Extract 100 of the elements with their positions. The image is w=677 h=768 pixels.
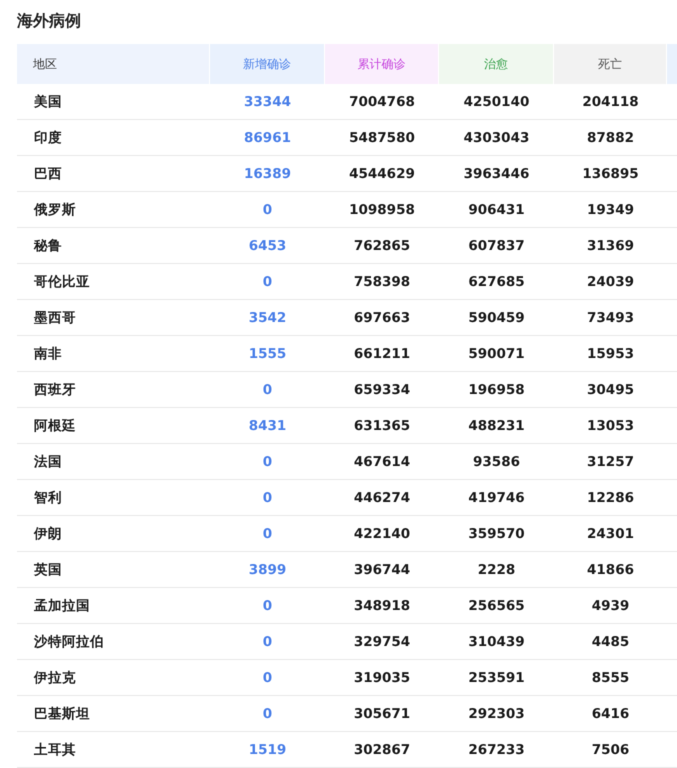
table-cell: 305671 [325,696,439,732]
table-cell: 329754 [325,624,439,660]
table-cell: 446274 [325,480,439,516]
table-cell: 73493 [554,300,667,336]
table-cell: 俄罗斯 [17,192,210,228]
table-cell: 0 [210,264,325,300]
table-cell: 396744 [325,552,439,588]
table-cell: 土耳其 [17,732,210,768]
table-cell: 488231 [439,408,554,444]
table-cell: 2228 [439,552,554,588]
table-cell: 631365 [325,408,439,444]
column-header: 累计确诊 [325,44,438,84]
table-cell: 31369 [554,228,667,264]
table-cell: 627685 [439,264,554,300]
table-cell: 0 [210,516,325,552]
table-cell: 西班牙 [17,372,210,408]
table-cell: 590071 [439,336,554,372]
table-cell: 33344 [210,84,325,120]
table-cell: 348918 [325,588,439,624]
table-cell: 319035 [325,660,439,696]
table-cell: 5487580 [325,120,439,156]
table-cell: 906431 [439,192,554,228]
table-cell: 伊拉克 [17,660,210,696]
table-cell: 310439 [439,624,554,660]
column-header: 治愈 [439,44,553,84]
column-header: 死亡 [554,44,666,84]
table-cell: 英国 [17,552,210,588]
table-cell: 422140 [325,516,439,552]
table-cell: 607837 [439,228,554,264]
table-cell: 1098958 [325,192,439,228]
table-cell: 3899 [210,552,325,588]
table-cell: 4544629 [325,156,439,192]
table-cell: 86961 [210,120,325,156]
column-header: 新增确诊 [210,44,324,84]
section-title: 海外病例 [17,10,82,32]
table-cell: 204118 [554,84,667,120]
column-header: 地区 [17,44,209,84]
table-cell: 256565 [439,588,554,624]
table-cell: 697663 [325,300,439,336]
table-cell: 巴基斯坦 [17,696,210,732]
table-cell: 16389 [210,156,325,192]
table-cell: 419746 [439,480,554,516]
table-cell: 南非 [17,336,210,372]
table-cell: 590459 [439,300,554,336]
table-cell: 31257 [554,444,667,480]
table-cell: 3963446 [439,156,554,192]
table-cell: 267233 [439,732,554,768]
table-cell: 136895 [554,156,667,192]
table-cell: 253591 [439,660,554,696]
table-cell: 巴西 [17,156,210,192]
table-cell: 93586 [439,444,554,480]
table-cell: 13053 [554,408,667,444]
table-cell: 美国 [17,84,210,120]
table-cell: 758398 [325,264,439,300]
table-cell: 6453 [210,228,325,264]
table-cell: 762865 [325,228,439,264]
table-cell: 467614 [325,444,439,480]
table-cell: 沙特阿拉伯 [17,624,210,660]
table-cell: 292303 [439,696,554,732]
table-cell: 4485 [554,624,667,660]
table-cell: 3542 [210,300,325,336]
table-cell: 30495 [554,372,667,408]
table-cell: 19349 [554,192,667,228]
table-cell: 661211 [325,336,439,372]
table-cell: 15953 [554,336,667,372]
table-cell: 0 [210,372,325,408]
table-cell: 1555 [210,336,325,372]
table-cell: 7004768 [325,84,439,120]
table-cell: 阿根廷 [17,408,210,444]
table-cell: 墨西哥 [17,300,210,336]
table-cell: 302867 [325,732,439,768]
table-cell: 0 [210,480,325,516]
table-cell: 4939 [554,588,667,624]
table-cell: 0 [210,696,325,732]
table-cell: 智利 [17,480,210,516]
table-cell: 秘鲁 [17,228,210,264]
table-cell: 659334 [325,372,439,408]
table-cell: 0 [210,660,325,696]
table-cell: 12286 [554,480,667,516]
table-cell: 7506 [554,732,667,768]
table-cell: 87882 [554,120,667,156]
table-cell: 6416 [554,696,667,732]
table-cell: 4250140 [439,84,554,120]
table-cell: 0 [210,624,325,660]
table-cell: 8431 [210,408,325,444]
table-cell: 孟加拉国 [17,588,210,624]
table-cell: 1519 [210,732,325,768]
table-cell: 伊朗 [17,516,210,552]
table-cell: 0 [210,444,325,480]
table-cell: 法国 [17,444,210,480]
table-cell: 196958 [439,372,554,408]
table-cell: 哥伦比亚 [17,264,210,300]
table-cell: 359570 [439,516,554,552]
table-cell: 0 [210,588,325,624]
table-cell: 8555 [554,660,667,696]
table-cell: 41866 [554,552,667,588]
table-cell: 24301 [554,516,667,552]
table-cell: 0 [210,192,325,228]
table-cell: 4303043 [439,120,554,156]
table-cell: 24039 [554,264,667,300]
